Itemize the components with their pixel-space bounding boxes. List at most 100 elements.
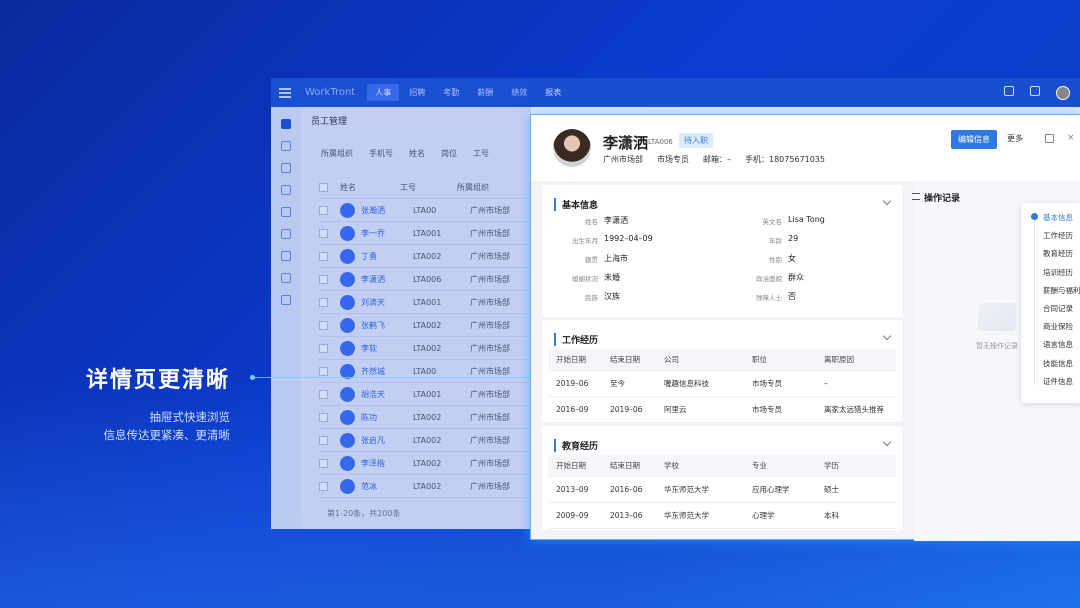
anchor-item[interactable]: 证件信息: [1043, 376, 1073, 387]
menu-icon[interactable]: [279, 87, 291, 98]
header-name: 姓名: [340, 182, 356, 192]
row-checkbox[interactable]: [319, 389, 328, 399]
table-row[interactable]: 张启凡 LTA002 广州市场部: [319, 429, 539, 452]
nav-item-attendance[interactable]: 考勤: [435, 84, 467, 101]
detail-header: 李潇洒 LTA006 待入职 广州市场部 市场专员 邮箱：– 手机：180756…: [531, 115, 1080, 181]
column-header: 开始日期: [556, 355, 586, 364]
bell-icon[interactable]: [1030, 86, 1040, 96]
user-avatar[interactable]: [1056, 86, 1070, 100]
table-row[interactable]: 李潇洒 LTA006 广州市场部: [319, 268, 539, 291]
filter-org[interactable]: 所属组织: [321, 148, 353, 159]
table-row[interactable]: 齐然城 LTA00 广州市场部: [319, 360, 539, 383]
header-dep: 所属组织: [457, 182, 489, 192]
chevron-down-icon[interactable]: [882, 437, 892, 447]
row-checkbox[interactable]: [319, 251, 328, 261]
filter-position[interactable]: 岗位: [441, 148, 457, 159]
row-checkbox[interactable]: [319, 481, 328, 491]
column-header: 公司: [664, 355, 679, 364]
shield-icon[interactable]: [281, 251, 291, 261]
table-cell: 2016–09: [556, 405, 589, 414]
table-header: 姓名 工号 所属组织: [319, 176, 539, 199]
anchor-item[interactable]: 技能信息: [1043, 358, 1073, 369]
row-name[interactable]: 胡浩天: [361, 389, 413, 400]
table-row[interactable]: 陈功 LTA002 广州市场部: [319, 406, 539, 429]
row-no: LTA001: [413, 228, 442, 238]
row-checkbox[interactable]: [319, 274, 328, 284]
briefcase-icon[interactable]: [281, 229, 291, 239]
table-row[interactable]: 刘滴天 LTA001 广州市场部: [319, 291, 539, 314]
expand-icon[interactable]: [1045, 134, 1054, 143]
search-user-icon[interactable]: [281, 141, 291, 151]
add-user-icon[interactable]: [281, 185, 291, 195]
anchor-item[interactable]: 合同记录: [1043, 303, 1073, 314]
table-cell: 华东师范大学: [664, 485, 709, 494]
row-name[interactable]: 齐然城: [361, 366, 413, 377]
gear-icon[interactable]: [281, 295, 291, 305]
avatar: [340, 409, 355, 425]
row-checkbox[interactable]: [319, 458, 328, 468]
anchor-item[interactable]: 培训经历: [1043, 267, 1073, 278]
edit-info-button[interactable]: 编辑信息: [951, 130, 997, 149]
row-checkbox[interactable]: [319, 343, 328, 353]
row-checkbox[interactable]: [319, 205, 328, 215]
nav-item-hr[interactable]: 人事: [367, 84, 400, 101]
table-row[interactable]: 张瀚洒 LTA00 广州市场部: [319, 199, 539, 222]
table-row[interactable]: 李一乔 LTA001 广州市场部: [319, 222, 539, 245]
people-icon[interactable]: [281, 119, 291, 129]
anchor-item[interactable]: 薪酬与福利: [1043, 285, 1080, 296]
org-chart-icon[interactable]: [281, 273, 291, 283]
nav-item-report[interactable]: 报表: [537, 84, 569, 101]
nav-item-recruit[interactable]: 招聘: [401, 84, 433, 101]
anchor-item[interactable]: 工作经历: [1043, 230, 1073, 241]
anchor-item[interactable]: 教育经历: [1043, 248, 1073, 259]
row-checkbox[interactable]: [319, 412, 328, 422]
filter-phone[interactable]: 手机号: [369, 148, 393, 159]
chevron-down-icon[interactable]: [882, 331, 892, 341]
anchor-item[interactable]: 商业保险: [1043, 321, 1073, 332]
education-table: 开始日期 结束日期 学校 专业 学历 2013–09 2016–06 华东师范大学 应用心理学 硕…: [548, 455, 896, 529]
table-row[interactable]: 李泽楷 LTA002 广州市场部: [319, 452, 539, 475]
field-label: 民族: [585, 294, 598, 302]
table-row[interactable]: 胡浩天 LTA001 广州市场部: [319, 383, 539, 406]
more-menu-button[interactable]: 更多: [1007, 133, 1023, 144]
table-cell: 2009–09: [556, 511, 589, 520]
filter-name[interactable]: 姓名: [409, 148, 425, 159]
avatar: [340, 294, 355, 310]
table-row: 2019–06 至今 喔趣信息科技 市场专员 –: [548, 371, 896, 397]
row-checkbox[interactable]: [319, 435, 328, 445]
user-group-icon[interactable]: [281, 207, 291, 217]
row-checkbox[interactable]: [319, 297, 328, 307]
filter-no[interactable]: 工号: [473, 148, 489, 159]
table-row[interactable]: 张鹤飞 LTA002 广州市场部: [319, 314, 539, 337]
row-name[interactable]: 陈功: [361, 412, 413, 423]
table-row[interactable]: 范冰 LTA002 广州市场部: [319, 475, 539, 498]
avatar: [340, 478, 355, 494]
row-name[interactable]: 丁勇: [361, 251, 413, 262]
row-name[interactable]: 张鹤飞: [361, 320, 413, 331]
table-row[interactable]: 丁勇 LTA002 广州市场部: [319, 245, 539, 268]
user-icon[interactable]: [281, 163, 291, 173]
anchor-item[interactable]: 基本信息: [1043, 212, 1073, 223]
row-checkbox[interactable]: [319, 228, 328, 238]
row-name[interactable]: 李软: [361, 343, 413, 354]
close-icon[interactable]: ×: [1067, 134, 1076, 143]
anchor-item[interactable]: 语言信息: [1043, 339, 1073, 350]
row-name[interactable]: 李泽楷: [361, 458, 413, 469]
row-name[interactable]: 李潇洒: [361, 274, 413, 285]
row-name[interactable]: 张启凡: [361, 435, 413, 446]
nav-item-performance[interactable]: 绩效: [503, 84, 535, 101]
row-name[interactable]: 刘滴天: [361, 297, 413, 308]
chevron-down-icon[interactable]: [882, 196, 892, 206]
table-header: 开始日期 结束日期 公司 职位 离职原因: [548, 349, 896, 371]
table-row[interactable]: 李软 LTA002 广州市场部: [319, 337, 539, 360]
table-cell: 2019–06: [610, 405, 643, 414]
row-checkbox[interactable]: [319, 366, 328, 376]
select-all-checkbox[interactable]: [319, 182, 328, 192]
row-dep: 广州市场部: [470, 228, 510, 238]
row-name[interactable]: 李一乔: [361, 228, 413, 239]
row-checkbox[interactable]: [319, 320, 328, 330]
document-icon[interactable]: [1004, 86, 1014, 96]
nav-item-salary[interactable]: 薪酬: [469, 84, 501, 101]
row-name[interactable]: 范冰: [361, 481, 413, 492]
row-name[interactable]: 张瀚洒: [361, 205, 413, 216]
